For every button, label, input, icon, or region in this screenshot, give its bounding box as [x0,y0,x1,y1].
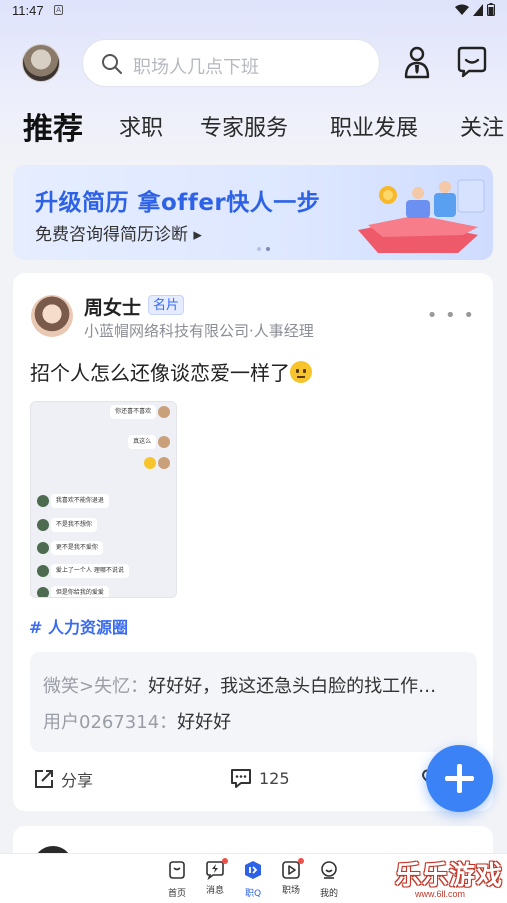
search-placeholder: 职场人几点下班 [133,57,259,78]
chat-bubble: 我喜欢不能你退退 [50,494,109,508]
status-time: 11:47 [12,3,44,18]
pager-dot [257,247,261,251]
unread-dot [298,858,304,864]
emoji-sticker [144,457,157,469]
signal-icon [473,3,483,16]
battery-icon [487,3,495,16]
chat-avatar [158,435,170,448]
chat-bubble: 但是你给我的爱爱 [50,586,109,597]
comment-button[interactable]: 125 [229,767,290,789]
chat-icon[interactable] [455,44,489,80]
chat-bubble: 更不是我不爱你 [50,541,103,555]
topic-hashtag[interactable]: # 人力资源圈 [29,614,128,638]
comment-text: 好好好 [177,712,232,733]
banner-subtitle: 免费咨询得简历诊断 ▸ [35,225,202,245]
post-text-content: 招个人怎么还像谈恋爱一样了 [30,361,290,385]
chat-bubble: 你还喜不喜欢 [110,405,157,419]
watermark-url: www.6ll.com [415,889,466,899]
chat-message: 爱上了一个人 理哪不说说 [37,564,129,578]
notification-icon: A [54,5,63,15]
more-options-icon[interactable]: • • • [427,305,475,326]
wifi-icon [455,4,469,15]
tab-recommend[interactable]: 推荐 [23,104,83,148]
comment-text: 好好好，我这还急头白脸的找工作… [148,676,437,697]
home-icon [169,861,185,879]
chat-message: 真这么 [128,435,170,449]
tie-person-icon[interactable] [400,44,434,80]
comment-author: 微笑>失忆： [43,676,149,697]
chat-message: 我喜欢不能你退退 [37,494,109,508]
nav-home[interactable]: 首页 [157,860,197,899]
status-icons [455,3,495,16]
author-company: 小蓝帽网络科技有限公司·人事经理 [84,322,314,340]
workplace-icon [281,858,304,880]
chat-bubble: 真这么 [128,435,157,449]
nav-messages-label: 消息 [205,886,224,896]
promo-banner[interactable]: 升级简历 拿offer快人一步 免费咨询得简历诊断 ▸ [13,165,493,260]
user-avatar[interactable] [22,44,60,82]
comment-count: 125 [259,768,290,788]
tab-career-development[interactable]: 职业发展 [330,110,418,142]
author-name[interactable]: 周女士 [84,293,141,320]
author-avatar[interactable] [31,295,73,337]
share-label: 分享 [61,771,94,790]
nav-zhiq[interactable]: 职Q [233,860,273,899]
chat-message: 你还喜不喜欢 [110,405,170,419]
tab-following[interactable]: 关注 [460,110,504,142]
share-button[interactable]: 分享 [33,767,93,791]
chat-bubble: 爱上了一个人 理哪不说说 [50,564,129,578]
chat-avatar [37,518,49,531]
create-post-button[interactable] [426,745,493,812]
status-bar: 11:47 A [0,0,507,22]
nav-profile[interactable]: 我的 [309,860,349,899]
unread-dot [222,858,228,864]
comment-preview[interactable]: 微笑>失忆：好好好，我这还急头白脸的找工作… 用户0267314：好好好 [30,652,477,752]
zhiq-icon [245,861,261,879]
comment-item: 用户0267314：好好好 [43,708,231,734]
nav-messages[interactable]: 消息 [195,858,235,896]
chat-avatar [158,457,170,469]
tab-jobs[interactable]: 求职 [119,110,163,142]
nav-zhiq-label: 职Q [244,889,262,899]
message-icon [205,858,228,881]
category-tabs: 推荐 求职 专家服务 职业发展 关注 [0,100,507,150]
chat-avatar [158,405,170,418]
nav-workplace[interactable]: 职场 [271,858,311,896]
tab-expert-service[interactable]: 专家服务 [200,110,288,142]
search-input[interactable]: 职场人几点下班 [82,39,380,87]
profile-icon [321,861,337,879]
watermark-title: 乐乐游戏 [395,861,504,891]
chat-message: 但是你给我的爱爱 [37,586,109,597]
nav-profile-label: 我的 [319,889,338,899]
pager-dot-active [266,247,270,251]
chat-avatar [37,564,49,577]
post-actions: 分享 125 139 [13,763,493,793]
watermark-logo: 乐乐游戏 www.6ll.com [395,855,507,903]
nav-home-label: 首页 [167,889,186,899]
chat-message: 不是我不想你 [37,518,97,532]
share-icon [35,770,53,788]
banner-title: 升级简历 拿offer快人一步 [35,190,321,216]
chat-message [144,457,170,471]
banner-illustration [358,179,485,253]
chat-avatar [37,541,49,554]
comment-author: 用户0267314： [43,712,178,733]
search-icon [102,54,122,74]
banner-pager [257,247,270,251]
chat-avatar [37,586,49,597]
post-image[interactable]: 你还喜不喜欢 真这么 我喜欢不能你退退 不是我不想你 更不是我不爱你 爱上了一个… [30,401,177,598]
chat-avatar [37,494,49,507]
comment-icon [231,769,251,788]
post-card[interactable]: 周女士 名片 小蓝帽网络科技有限公司·人事经理 • • • 招个人怎么还像谈恋爱… [13,273,493,811]
comment-item: 微笑>失忆：好好好，我这还急头白脸的找工作… [43,672,436,698]
name-card-badge[interactable]: 名片 [148,295,185,315]
chat-message: 更不是我不爱你 [37,541,103,555]
neutral-face-emoji [290,361,312,383]
nav-workplace-label: 职场 [281,886,300,896]
chat-bubble: 不是我不想你 [50,518,97,532]
post-text: 招个人怎么还像谈恋爱一样了 [30,357,312,386]
